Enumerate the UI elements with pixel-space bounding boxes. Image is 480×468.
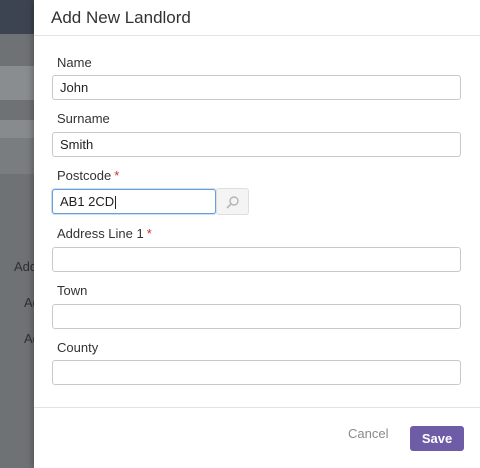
town-input[interactable] — [52, 304, 461, 329]
background-band — [0, 120, 34, 138]
background-band — [0, 66, 34, 100]
background-text: Add — [14, 259, 34, 274]
town-label: Town — [57, 283, 88, 298]
county-input[interactable] — [52, 360, 461, 385]
surname-label: Surname — [57, 111, 110, 126]
postcode-label: Postcode * — [57, 168, 119, 183]
search-icon — [226, 196, 239, 209]
divider — [34, 35, 480, 36]
surname-input[interactable]: Smith — [52, 132, 461, 157]
postcode-value: AB1 2CD — [60, 194, 115, 209]
add-landlord-modal: Add New Landlord Name John Surname Smith… — [34, 0, 480, 468]
required-asterisk: * — [114, 168, 120, 183]
text-caret — [115, 196, 117, 210]
modal-title: Add New Landlord — [51, 8, 191, 27]
background-header — [0, 0, 34, 34]
postcode-label-text: Postcode — [57, 168, 112, 183]
postcode-search-button[interactable] — [216, 188, 249, 215]
address-line-1-label-text: Address Line 1 — [57, 226, 144, 241]
background-band — [0, 138, 34, 174]
save-button[interactable]: Save — [410, 426, 464, 451]
name-label: Name — [57, 55, 92, 70]
name-input[interactable]: John — [52, 75, 461, 100]
cancel-button[interactable]: Cancel — [348, 426, 388, 441]
required-asterisk: * — [146, 226, 152, 241]
postcode-input[interactable]: AB1 2CD — [52, 189, 216, 214]
county-label: County — [57, 340, 99, 355]
address-line-1-label: Address Line 1 * — [57, 226, 152, 241]
divider — [34, 407, 480, 408]
address-line-1-input[interactable] — [52, 247, 461, 272]
